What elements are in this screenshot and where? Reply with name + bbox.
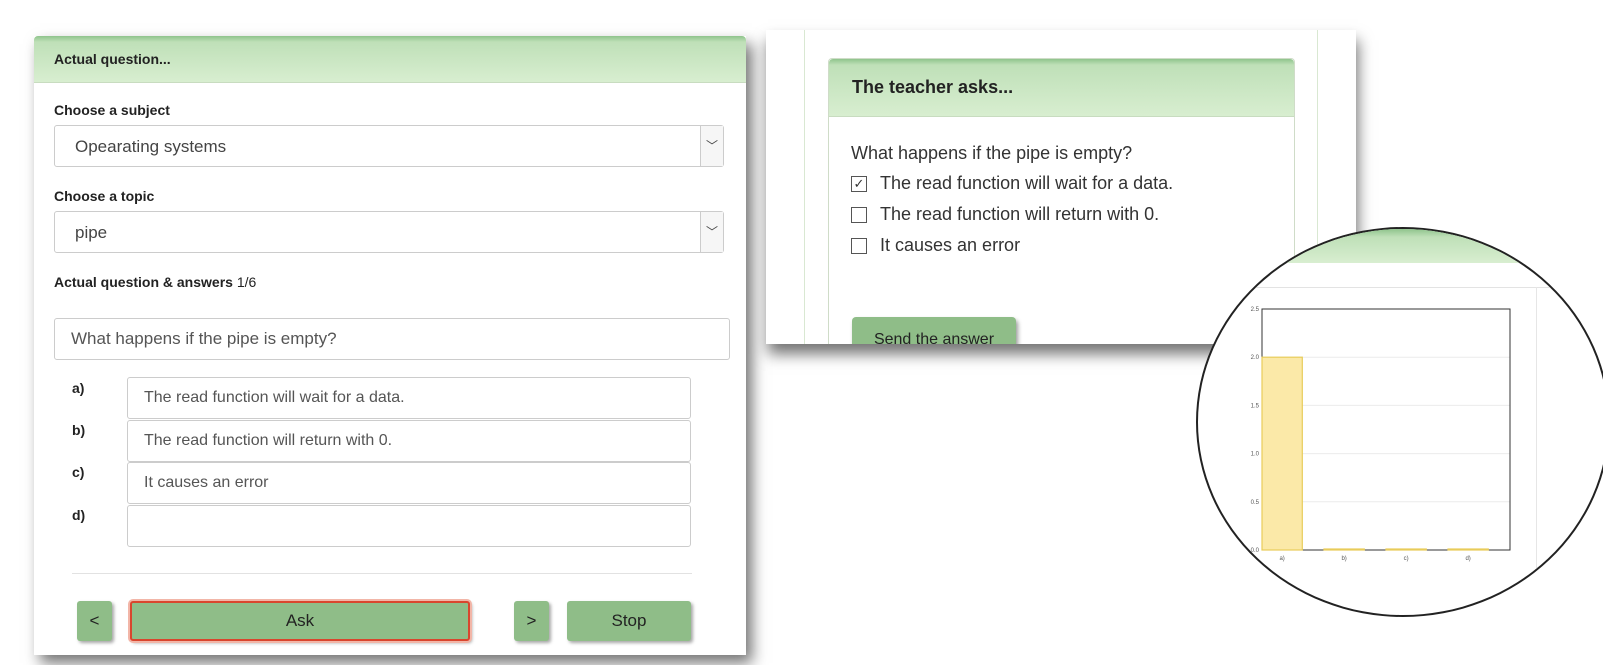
y-tick-label: 2.0	[1251, 355, 1260, 361]
y-tick-label: 0.0	[1251, 548, 1260, 554]
topic-select[interactable]: pipe ﹀	[54, 211, 724, 253]
answer-letter: c)	[72, 464, 85, 480]
y-tick-label: 0.5	[1251, 500, 1260, 506]
option-c[interactable]: It causes an error	[851, 235, 1020, 256]
answer-b-input[interactable]: The read function will return with 0.	[127, 420, 691, 462]
x-tick-label: c)	[1404, 556, 1409, 562]
qa-label: Actual question & answers 1/6	[54, 274, 256, 290]
topic-value: pipe	[75, 223, 108, 242]
answer-letter: a)	[72, 380, 85, 396]
divider	[72, 573, 692, 574]
checkbox-icon[interactable]	[851, 237, 867, 254]
answer-d-input[interactable]	[127, 505, 691, 547]
qa-counter: 1/6	[236, 274, 257, 290]
chevron-down-icon: ﹀	[700, 212, 723, 252]
x-tick-label: d)	[1465, 556, 1470, 562]
y-tick-label: 2.5	[1251, 307, 1260, 313]
answer-letter: b)	[72, 422, 86, 438]
y-tick-label: 1.0	[1251, 452, 1260, 458]
card-header: The teacher asks...	[829, 59, 1294, 117]
option-b[interactable]: The read function will return with 0.	[851, 204, 1159, 225]
bar	[1323, 548, 1365, 551]
panel-header: Actual question...	[34, 36, 746, 83]
y-tick-label: 1.5	[1251, 403, 1260, 409]
qa-label-text: Actual question & answers	[54, 274, 233, 290]
send-answer-button[interactable]: Send the answer	[852, 317, 1016, 344]
bar	[1261, 356, 1303, 551]
next-button[interactable]: >	[514, 601, 549, 641]
option-label: The read function will wait for a data.	[880, 173, 1174, 193]
chart-magnifier: 0.0 0.5 1.0 1.5 2.0 2.5 a) b) c) d)	[1196, 227, 1603, 617]
divider	[804, 30, 805, 344]
ask-button[interactable]: Ask	[130, 601, 470, 641]
subject-value: Opearating systems	[75, 137, 227, 156]
bar	[1385, 548, 1427, 551]
option-label: The read function will return with 0.	[880, 204, 1160, 224]
results-bar-chart: 0.0 0.5 1.0 1.5 2.0 2.5 a) b) c) d)	[1251, 307, 1511, 562]
subject-select[interactable]: Opearating systems ﹀	[54, 125, 724, 167]
prev-button[interactable]: <	[77, 601, 112, 641]
chevron-down-icon: ﹀	[700, 126, 723, 166]
option-a[interactable]: ✓ The read function will wait for a data…	[851, 173, 1173, 194]
answer-c-input[interactable]: It causes an error	[127, 462, 691, 504]
x-tick-label: b)	[1341, 556, 1346, 562]
question-editor-panel: Actual question... Choose a subject Opea…	[34, 36, 746, 655]
x-tick-label: a)	[1279, 556, 1284, 562]
stop-button[interactable]: Stop	[567, 601, 691, 641]
checkbox-icon[interactable]	[851, 206, 867, 223]
bar	[1447, 548, 1489, 551]
subject-label: Choose a subject	[54, 102, 170, 118]
question-input[interactable]: What happens if the pipe is empty?	[54, 318, 730, 360]
checkbox-checked-icon[interactable]: ✓	[851, 175, 867, 192]
topic-label: Choose a topic	[54, 188, 155, 204]
answer-a-input[interactable]: The read function will wait for a data.	[127, 377, 691, 419]
answer-letter: d)	[72, 507, 86, 523]
option-label: It causes an error	[880, 235, 1021, 255]
teacher-question: What happens if the pipe is empty?	[851, 143, 1133, 163]
